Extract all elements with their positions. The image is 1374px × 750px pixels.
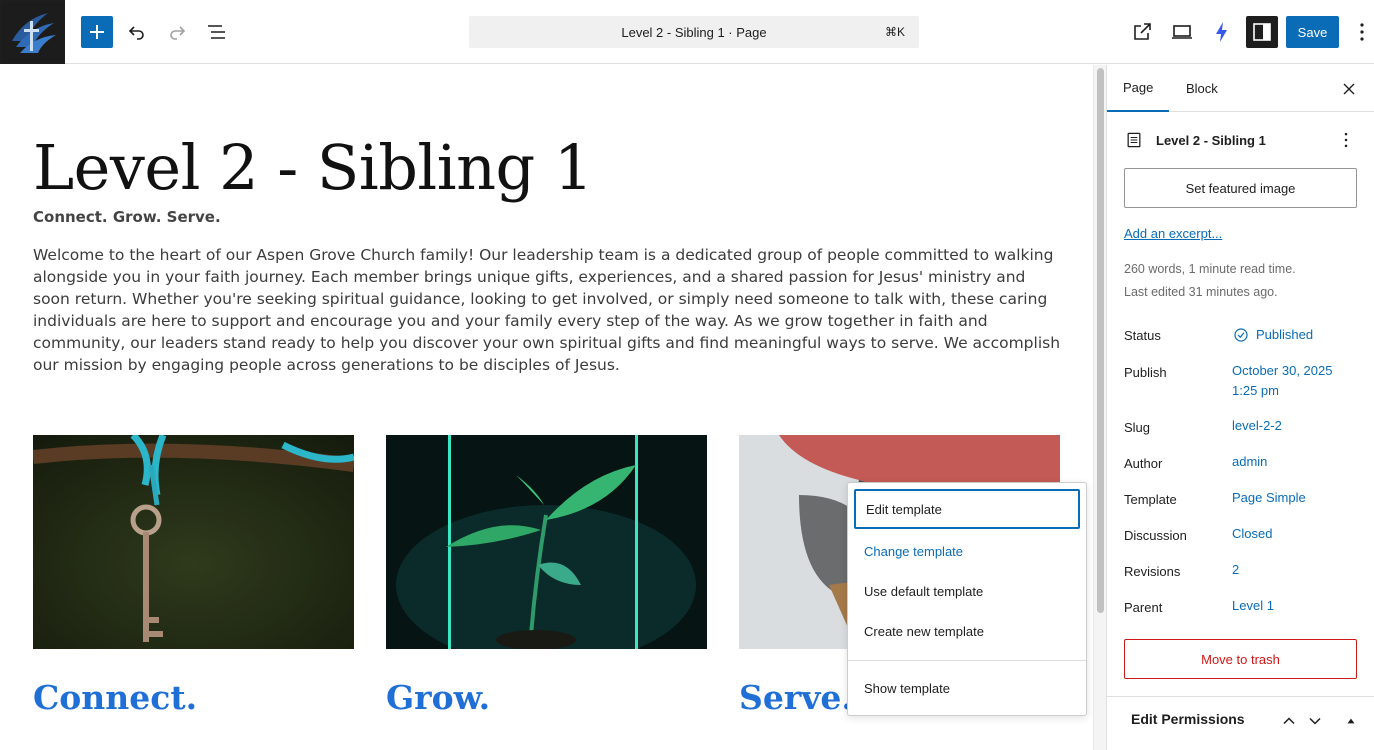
shortcut-hint: ⌘K	[884, 25, 905, 39]
collapse-panel-button[interactable]	[1339, 709, 1363, 733]
template-options-menu: Edit template Change template Use defaul…	[847, 482, 1087, 716]
settings-toggle-button[interactable]	[1246, 16, 1278, 48]
desktop-icon	[1172, 25, 1192, 39]
chevron-up-icon	[1283, 717, 1295, 725]
menu-item-show-template[interactable]: Show template	[854, 668, 1080, 708]
parent-label: Parent	[1124, 600, 1163, 615]
edit-permissions-title[interactable]: Edit Permissions	[1131, 711, 1245, 727]
card-image-key[interactable]	[33, 435, 354, 649]
page-title[interactable]: Level 2 - Sibling 1	[33, 131, 593, 204]
view-page-button[interactable]	[1126, 16, 1158, 48]
parent-value[interactable]: Level 1	[1232, 596, 1274, 616]
site-logo-icon[interactable]	[0, 0, 65, 64]
tab-page[interactable]: Page	[1107, 65, 1170, 112]
caret-up-icon	[1347, 718, 1355, 724]
add-excerpt-link[interactable]: Add an excerpt...	[1124, 226, 1222, 241]
move-panel-up-button[interactable]	[1277, 709, 1301, 733]
tagline[interactable]: Connect. Grow. Serve.	[33, 208, 221, 226]
status-label: Status	[1124, 328, 1161, 343]
more-vertical-icon	[1360, 23, 1364, 41]
edit-permissions-panel: Edit Permissions	[1107, 696, 1374, 750]
card-image-seedling[interactable]	[386, 435, 707, 649]
discussion-label: Discussion	[1124, 528, 1187, 543]
plus-icon	[90, 25, 104, 39]
move-to-trash-button[interactable]: Move to trash	[1124, 639, 1357, 679]
close-sidebar-button[interactable]	[1337, 77, 1361, 101]
card-title-connect[interactable]: Connect.	[33, 678, 197, 717]
card-title-serve[interactable]: Serve.	[739, 678, 853, 717]
performance-button[interactable]	[1206, 16, 1238, 48]
canvas-scrollbar[interactable]	[1093, 65, 1106, 750]
menu-item-create-new-template[interactable]: Create new template	[854, 611, 1080, 651]
intro-paragraph[interactable]: Welcome to the heart of our Aspen Grove …	[33, 244, 1063, 376]
list-view-icon	[208, 25, 225, 39]
document-summary: Level 2 - Sibling 1	[1124, 128, 1358, 152]
last-edited: Last edited 31 minutes ago.	[1124, 285, 1278, 299]
set-featured-image-button[interactable]: Set featured image	[1124, 168, 1357, 208]
word-count: 260 words, 1 minute read time.	[1124, 262, 1296, 276]
status-value[interactable]: Published	[1232, 325, 1313, 345]
scrollbar-thumb[interactable]	[1097, 68, 1104, 613]
card-title-grow[interactable]: Grow.	[386, 678, 490, 717]
author-label: Author	[1124, 456, 1163, 471]
published-check-icon	[1234, 328, 1248, 342]
move-panel-down-button[interactable]	[1303, 709, 1327, 733]
external-link-icon	[1134, 23, 1151, 40]
document-actions-button[interactable]	[1334, 128, 1358, 152]
redo-icon	[170, 26, 186, 40]
settings-sidebar: Page Block Level 2 - Sibling 1 Set featu…	[1106, 65, 1374, 750]
template-value[interactable]: Page Simple	[1232, 488, 1306, 508]
publish-time: 1:25 pm	[1232, 383, 1279, 398]
slug-label: Slug	[1124, 420, 1151, 435]
tab-block[interactable]: Block	[1170, 65, 1234, 112]
publish-label: Publish	[1124, 365, 1167, 380]
publish-date: October 30, 2025	[1232, 363, 1333, 378]
sidebar-tabs: Page Block	[1107, 65, 1374, 112]
revisions-value[interactable]: 2	[1232, 560, 1239, 580]
document-overview-button[interactable]	[201, 16, 233, 48]
status-text: Published	[1256, 327, 1314, 342]
author-value[interactable]: admin	[1232, 452, 1267, 472]
sidebar-icon	[1253, 23, 1271, 41]
chevron-down-icon	[1309, 717, 1321, 725]
lightning-icon	[1216, 22, 1227, 42]
revisions-label: Revisions	[1124, 564, 1181, 579]
undo-icon	[128, 26, 144, 40]
device-preview-button[interactable]	[1166, 16, 1198, 48]
document-title: Level 2 - Sibling 1 · Page	[621, 24, 767, 40]
menu-item-edit-template[interactable]: Edit template	[854, 489, 1080, 529]
publish-date-value[interactable]: October 30, 2025 1:25 pm	[1232, 361, 1332, 401]
menu-item-use-default-template[interactable]: Use default template	[854, 571, 1080, 611]
save-button[interactable]: Save	[1286, 16, 1339, 48]
close-icon	[1343, 83, 1355, 95]
command-palette-bar[interactable]: Level 2 - Sibling 1 · Page ⌘K	[469, 16, 919, 48]
options-menu-button[interactable]	[1350, 16, 1374, 48]
menu-separator	[848, 660, 1086, 661]
editor-header: Level 2 - Sibling 1 · Page ⌘K Save	[0, 0, 1374, 64]
add-block-button[interactable]	[81, 16, 113, 48]
page-icon	[1127, 132, 1141, 148]
menu-item-change-template[interactable]: Change template	[854, 531, 1080, 571]
undo-button[interactable]	[121, 16, 153, 48]
redo-button[interactable]	[161, 16, 193, 48]
template-label: Template	[1124, 492, 1177, 507]
more-vertical-icon	[1344, 132, 1348, 148]
discussion-value[interactable]: Closed	[1232, 524, 1272, 544]
slug-value[interactable]: level-2-2	[1232, 416, 1282, 436]
sidebar-document-title: Level 2 - Sibling 1	[1156, 132, 1266, 148]
